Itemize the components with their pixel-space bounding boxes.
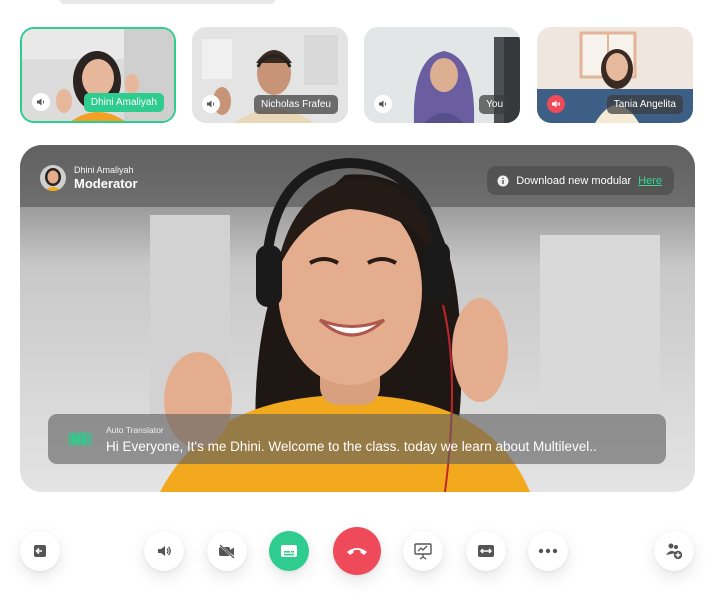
speaker-on-icon[interactable]	[374, 95, 392, 113]
present-button[interactable]	[403, 531, 443, 571]
translator-icon	[68, 432, 92, 446]
avatar	[40, 165, 66, 191]
participant-name: Tania Angelita	[606, 95, 683, 114]
add-participant-button[interactable]	[654, 531, 694, 571]
more-options-button[interactable]	[528, 531, 568, 571]
speaker-on-icon[interactable]	[202, 95, 220, 113]
caption-button[interactable]	[269, 531, 309, 571]
caption-icon	[281, 545, 297, 557]
back-icon	[34, 545, 46, 557]
info-icon	[497, 175, 509, 186]
moderator-name: Dhini Amaliyah	[74, 165, 134, 175]
participant-name: You	[479, 95, 510, 114]
participant-name: Dhini Amaliyah	[83, 93, 164, 112]
present-icon	[414, 543, 432, 560]
download-banner: Download new modular Here	[487, 166, 674, 195]
speaker-button[interactable]	[144, 531, 184, 571]
speaker-on-icon[interactable]	[32, 93, 50, 111]
participant-name: Nicholas Frafeu	[253, 95, 338, 114]
camera-off-icon	[219, 544, 235, 559]
add-user-icon	[666, 543, 683, 560]
camera-toggle-button[interactable]	[207, 531, 247, 571]
resize-icon	[478, 545, 494, 557]
caption-text: Hi Everyone, It's me Dhini. Welcome to t…	[106, 438, 597, 454]
download-text: Download new modular	[516, 174, 632, 187]
moderator-info: Dhini Amaliyah Moderator	[40, 165, 138, 191]
participant-tile-3[interactable]: You	[364, 27, 520, 123]
back-button[interactable]	[20, 531, 60, 571]
participant-tile-2[interactable]: Nicholas Frafeu	[192, 27, 348, 123]
caption-label: Auto Translator	[106, 424, 164, 435]
end-call-button[interactable]	[333, 527, 381, 575]
end-call-icon	[347, 548, 367, 555]
speaker-muted-icon[interactable]	[547, 95, 565, 113]
participant-tile-4[interactable]: Tania Angelita	[537, 27, 693, 123]
auto-translator-caption: Auto Translator Hi Everyone, It's me Dhi…	[48, 414, 666, 464]
moderator-role: Moderator	[74, 176, 138, 191]
main-video-stage: Dhini Amaliyah Moderator Download new mo…	[20, 145, 695, 492]
more-icon	[538, 548, 558, 554]
header-remnant	[60, 0, 275, 4]
download-link[interactable]: Here	[638, 175, 662, 187]
participant-tile-1[interactable]: Dhini Amaliyah	[20, 27, 176, 123]
speaker-icon	[158, 546, 171, 556]
resize-button[interactable]	[466, 531, 506, 571]
